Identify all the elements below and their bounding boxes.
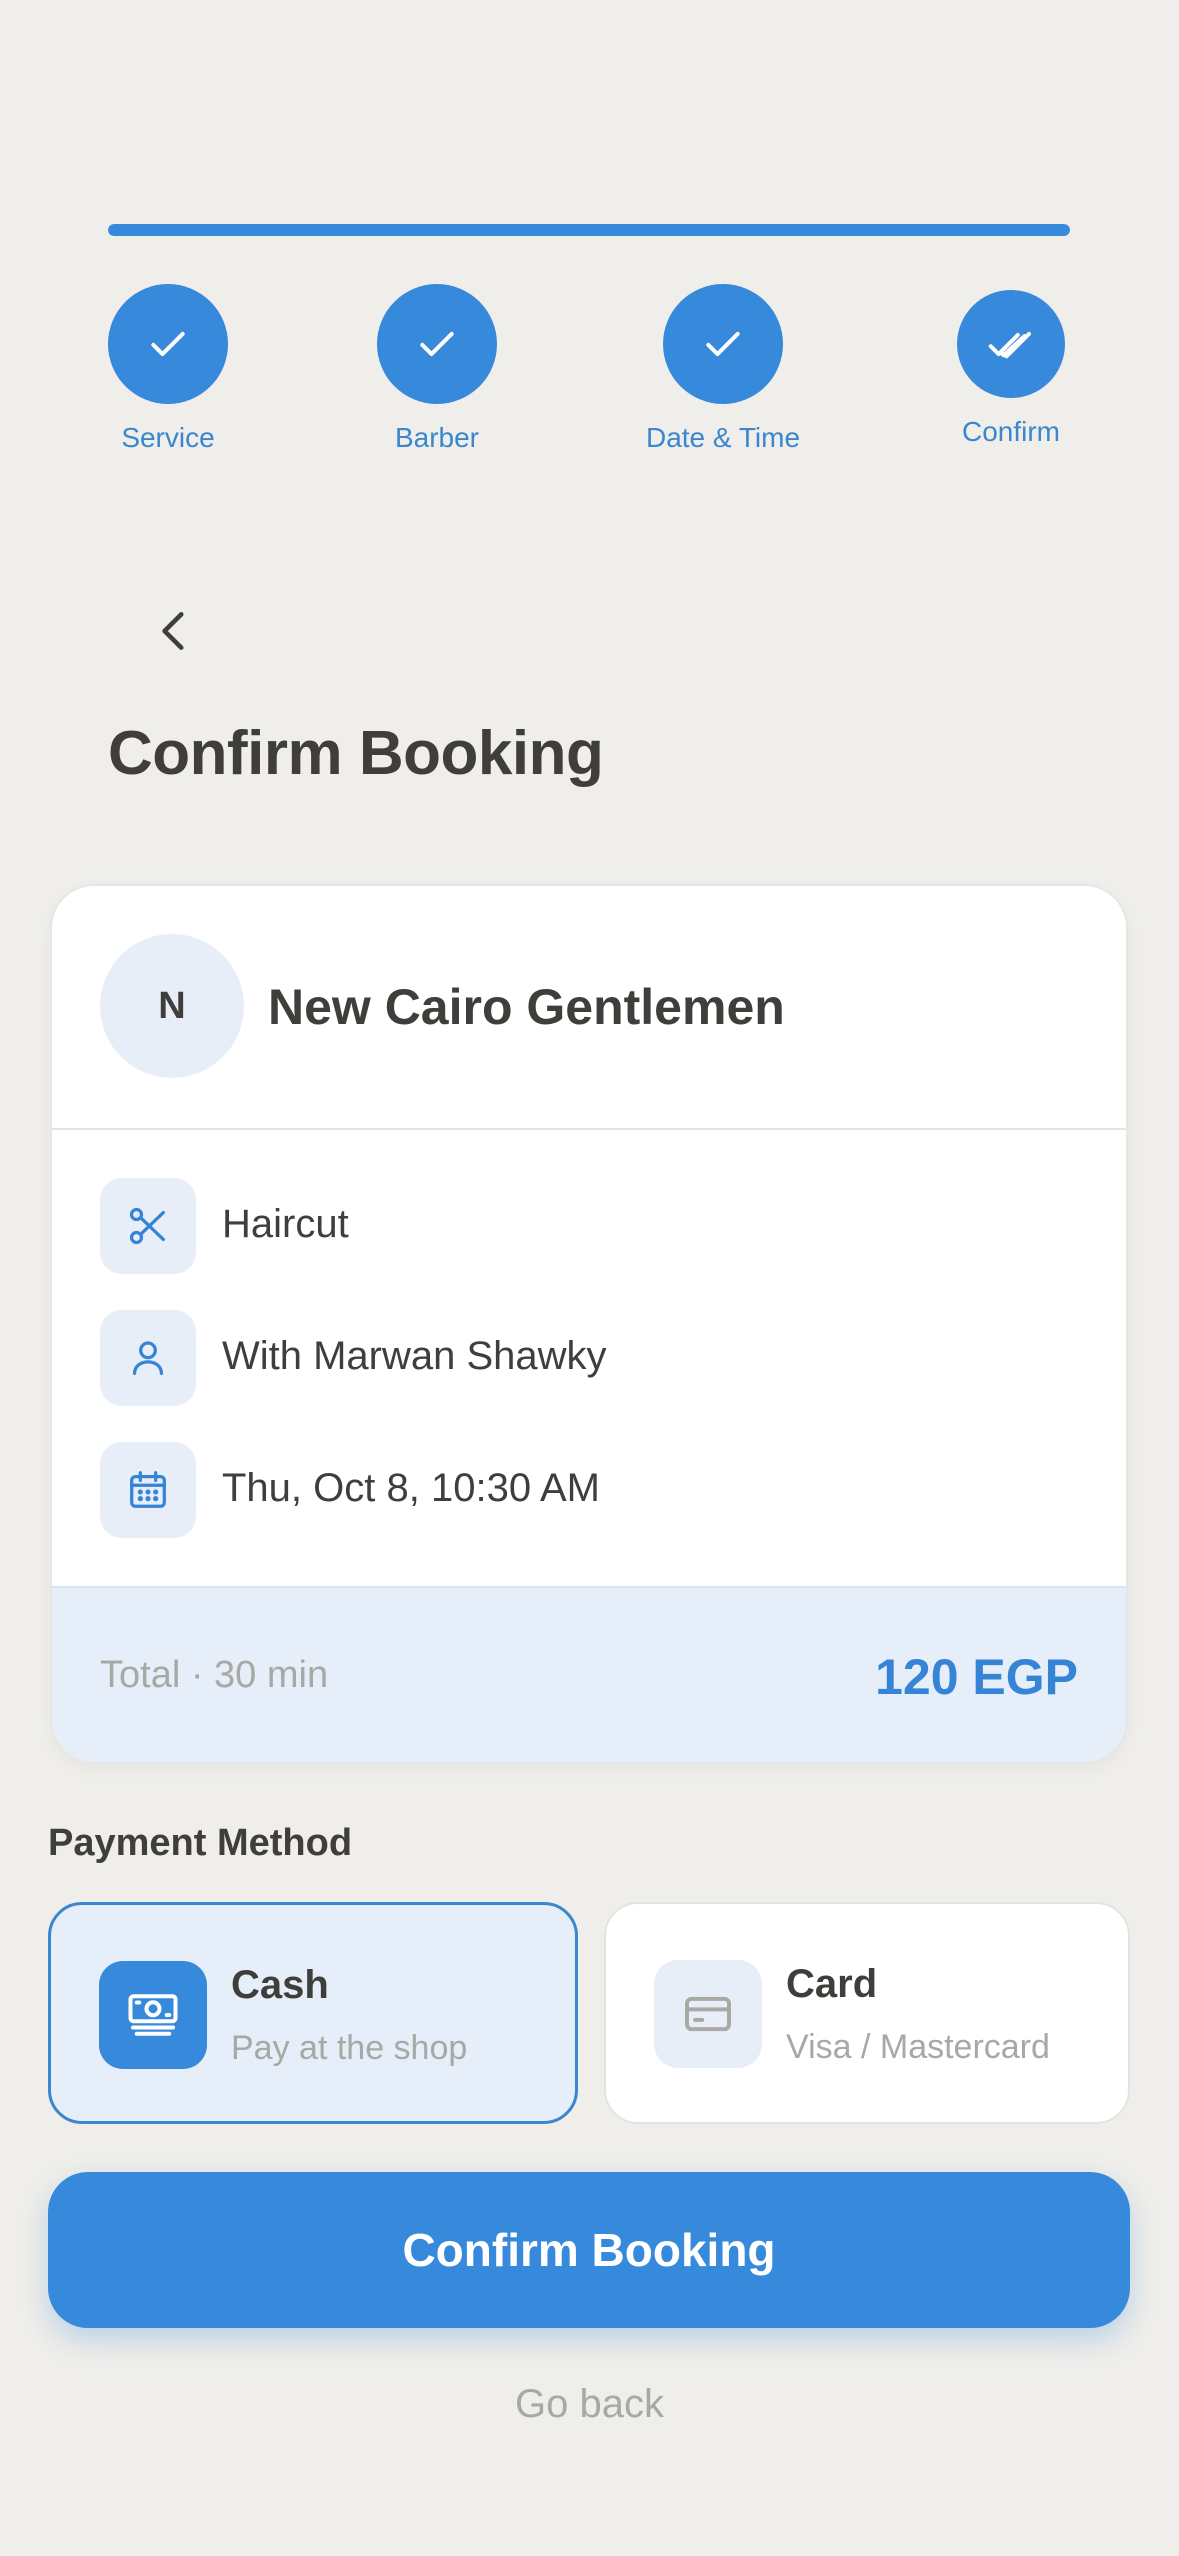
progress-bar <box>108 224 1070 236</box>
go-back-link[interactable]: Go back <box>0 2382 1179 2427</box>
payment-option-card[interactable]: Card Visa / Mastercard <box>604 1902 1130 2124</box>
step-label: Confirm <box>961 416 1060 447</box>
step-barber: Barber <box>327 284 547 454</box>
shop-name: New Cairo Gentlemen <box>268 979 785 1035</box>
banknote-icon <box>99 1961 207 2069</box>
step-service: Service <box>58 284 278 454</box>
service-text: Haircut <box>222 1202 349 1246</box>
check-icon <box>108 284 228 404</box>
detail-service: Haircut <box>100 1178 1000 1274</box>
step-confirm: Confirm <box>901 284 1121 448</box>
calendar-icon <box>100 1442 196 1538</box>
barber-text: With Marwan Shawky <box>222 1334 607 1378</box>
total-price: 120 EGP <box>875 1649 1078 1705</box>
page-title: Confirm Booking <box>108 719 604 788</box>
payment-option-title: Card <box>786 1962 878 2006</box>
double-check-icon <box>957 290 1065 398</box>
total-label: Total · 30 min <box>100 1654 329 1696</box>
user-icon <box>100 1310 196 1406</box>
payment-option-subtitle: Visa / Mastercard <box>786 2028 1050 2066</box>
check-icon <box>377 284 497 404</box>
datetime-text: Thu, Oct 8, 10:30 AM <box>222 1466 600 1510</box>
detail-datetime: Thu, Oct 8, 10:30 AM <box>100 1442 1000 1538</box>
payment-option-cash[interactable]: Cash Pay at the shop <box>48 1902 578 2124</box>
step-date-time: Date & Time <box>613 284 833 454</box>
credit-card-icon <box>654 1960 762 2068</box>
avatar: N <box>100 934 244 1078</box>
confirm-booking-button[interactable]: Confirm Booking <box>48 2172 1130 2328</box>
back-button[interactable] <box>140 596 210 666</box>
chevron-left-icon <box>162 612 184 650</box>
shop-row: N New Cairo Gentlemen <box>52 886 1126 1130</box>
step-label: Service <box>121 422 215 453</box>
payment-method-title: Payment Method <box>48 1822 353 1864</box>
payment-option-subtitle: Pay at the shop <box>231 2029 468 2067</box>
stepper: Service Barber Date & Time Confirm <box>0 284 1179 474</box>
payment-option-title: Cash <box>231 1963 329 2007</box>
progress-fill <box>108 224 1070 236</box>
detail-barber: With Marwan Shawky <box>100 1310 1000 1406</box>
check-icon <box>663 284 783 404</box>
booking-summary-card: N New Cairo Gentlemen Haircut With Marwa… <box>50 884 1128 1764</box>
step-label: Date & Time <box>645 422 801 453</box>
step-label: Barber <box>394 422 480 453</box>
scissors-icon <box>100 1178 196 1274</box>
total-bar: Total · 30 min 120 EGP <box>52 1586 1126 1762</box>
